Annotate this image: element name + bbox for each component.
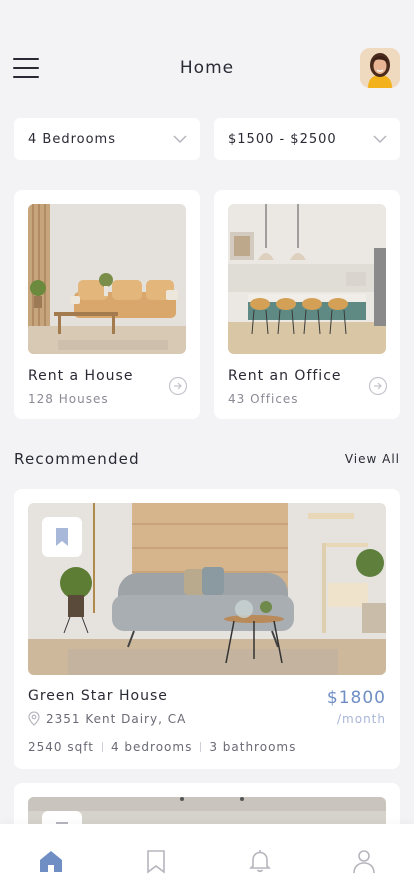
section-title: Recommended [14,450,140,468]
property-price-period: /month [337,712,386,726]
property-address-text: 2351 Kent Dairy, CA [46,711,187,726]
bookmark-icon [56,528,68,546]
category-count: 128 Houses [28,392,109,406]
property-name: Green Star House [28,688,168,704]
house-image [28,204,186,354]
price-range-select[interactable]: $1500 - $2500 [214,118,400,160]
category-title: Rent an Office [228,368,342,384]
office-image [228,204,386,354]
property-card[interactable]: Green Star House 2351 Kent Dairy, CA $18… [14,489,400,769]
bottom-tab-bar [0,824,414,896]
chevron-down-icon [173,135,187,144]
category-card-house[interactable]: Rent a House 128 Houses [14,190,200,419]
property-image [28,503,386,675]
divider [200,742,202,752]
arrow-right-circle-icon[interactable] [168,376,188,396]
bell-icon[interactable] [247,848,273,874]
divider [101,742,103,752]
property-price: $1800 [326,688,386,708]
property-address: 2351 Kent Dairy, CA [28,711,186,726]
property-bedrooms: 4 bedrooms [110,740,193,754]
category-card-office[interactable]: Rent an Office 43 Offices [214,190,400,419]
page-title: Home [179,58,235,78]
category-count: 43 Offices [228,392,299,406]
property-meta: 2540 sqft 4 bedrooms 3 bathrooms [28,740,296,754]
bookmark-icon[interactable] [143,848,169,874]
user-icon[interactable] [351,848,377,874]
category-title: Rent a House [28,368,134,384]
avatar[interactable] [360,48,400,88]
view-all-link[interactable]: View All [345,452,400,466]
property-bathrooms: 3 bathrooms [209,740,297,754]
bedrooms-select-value: 4 Bedrooms [28,131,116,147]
bedrooms-select[interactable]: 4 Bedrooms [14,118,200,160]
property-area: 2540 sqft [28,740,94,754]
arrow-right-circle-icon[interactable] [368,376,388,396]
bookmark-button[interactable] [42,517,82,557]
location-pin-icon [28,711,40,726]
chevron-down-icon [373,135,387,144]
home-icon[interactable] [38,848,64,874]
price-range-select-value: $1500 - $2500 [228,131,337,147]
header: Home [0,48,414,90]
